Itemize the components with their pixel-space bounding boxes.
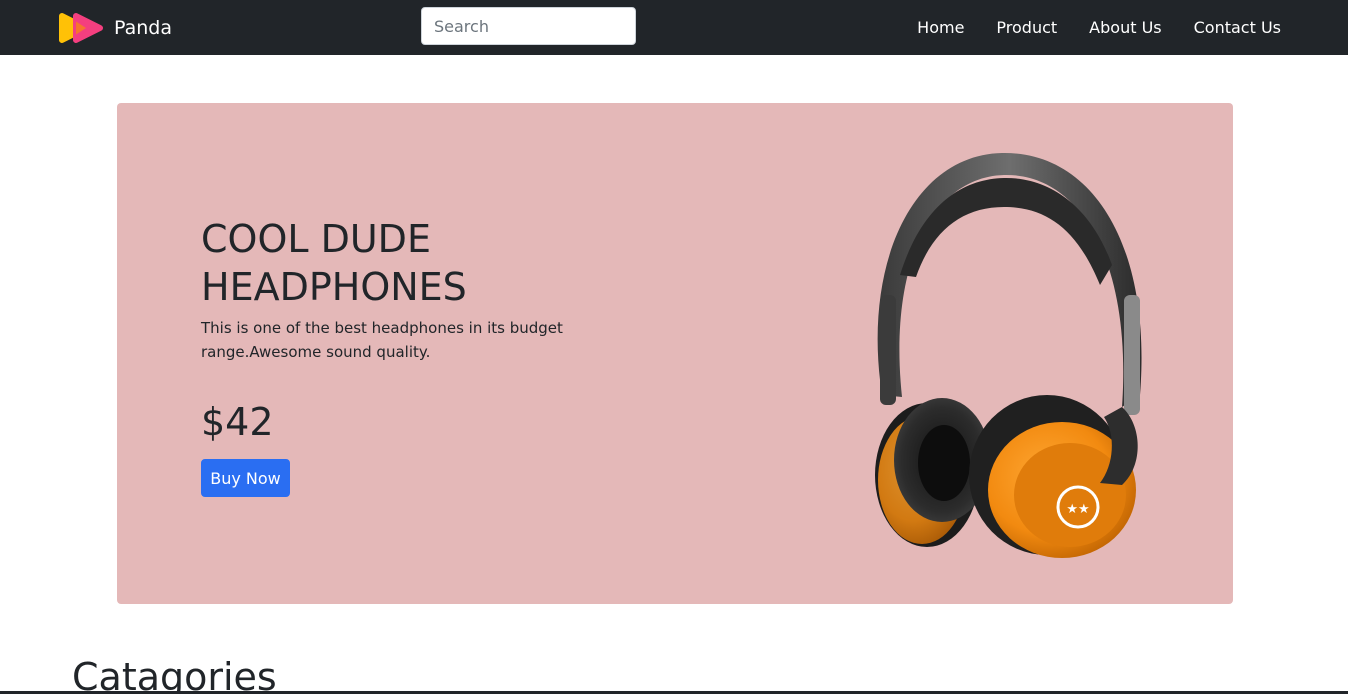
search-input[interactable] xyxy=(421,7,636,45)
navbar: Panda Home Product About Us Contact Us xyxy=(0,0,1348,55)
nav-link-home[interactable]: Home xyxy=(901,18,980,37)
brand-link[interactable]: Panda xyxy=(58,12,172,44)
nav-link-contact-us[interactable]: Contact Us xyxy=(1178,18,1296,37)
hero-description: This is one of the best headphones in it… xyxy=(201,319,563,361)
buy-now-button[interactable]: Buy Now xyxy=(201,459,290,497)
headphones-image: ★★ xyxy=(875,152,1142,558)
nav-links: Home Product About Us Contact Us xyxy=(901,0,1296,55)
panda-play-logo-icon xyxy=(59,13,103,43)
hero-banner: COOL DUDE HEADPHONES This is one of the … xyxy=(117,103,1233,604)
hero-price: $42 xyxy=(201,400,274,444)
hero-title: COOL DUDE HEADPHONES xyxy=(201,217,467,309)
svg-text:★★: ★★ xyxy=(1066,502,1089,517)
nav-link-about-us[interactable]: About Us xyxy=(1073,18,1177,37)
brand-name: Panda xyxy=(114,17,172,39)
nav-link-product[interactable]: Product xyxy=(980,18,1073,37)
categories-title: Catagories xyxy=(72,655,277,694)
